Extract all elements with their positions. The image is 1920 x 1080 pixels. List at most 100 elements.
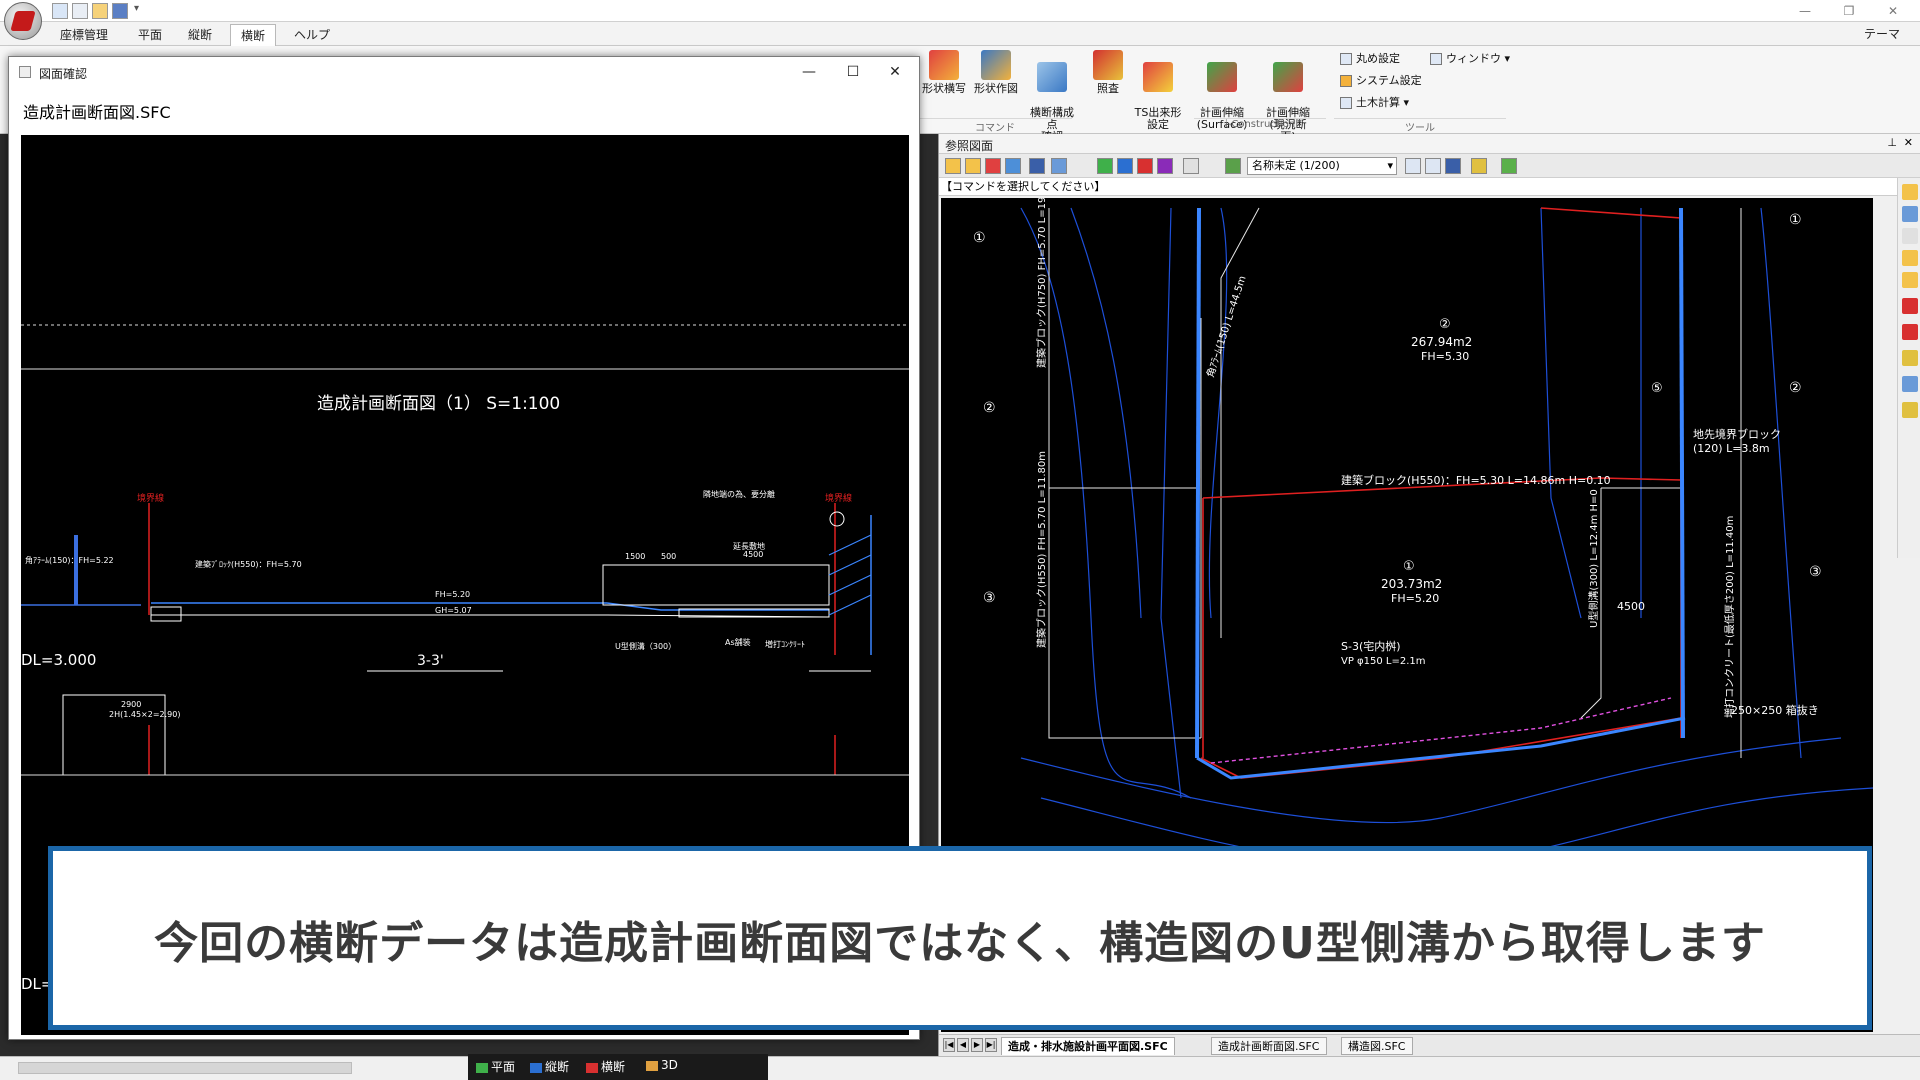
extension-dim: 4500 <box>743 550 763 559</box>
theme-menu[interactable]: テーマ <box>1864 25 1900 42</box>
qat-dropdown-icon[interactable]: ▾ <box>134 3 139 14</box>
last-tab-icon[interactable]: ▶| <box>985 1038 997 1052</box>
restore-icon[interactable]: ❐ <box>1826 0 1872 22</box>
system-icon <box>1340 75 1352 87</box>
select-icon[interactable] <box>1501 158 1517 174</box>
marker-1-left: ① <box>973 230 986 246</box>
delete-icon[interactable] <box>985 158 1001 174</box>
box-cut-label: 250×250 箱抜き <box>1731 703 1819 717</box>
view3-icon[interactable] <box>1445 158 1461 174</box>
app-logo-icon <box>10 11 36 31</box>
close-window-icon[interactable]: ✕ <box>1870 0 1916 22</box>
dialog-minimize-icon[interactable]: — <box>789 61 829 83</box>
command-line: 【コマンドを選択してください】 <box>939 178 1920 196</box>
view-tab-section[interactable]: 横断 <box>586 1058 625 1075</box>
shape-copy-label: 形状横写 <box>922 82 966 95</box>
civil-calc-button[interactable]: 土木計算 ▾ <box>1340 94 1409 112</box>
rounding-icon <box>1340 53 1352 65</box>
ditch-vertical-label: U型側溝(300) L=12.4m H=0 <box>1587 489 1600 628</box>
next-tab-icon[interactable]: ▶ <box>971 1038 983 1052</box>
shape-copy-button[interactable]: 形状横写 <box>918 50 970 95</box>
minimize-icon[interactable]: — <box>1782 0 1828 22</box>
view2-icon[interactable] <box>1425 158 1441 174</box>
measure-tool-icon[interactable] <box>1902 272 1918 288</box>
group-tools-label: ツール <box>1334 118 1506 134</box>
system-setting-label: システム設定 <box>1356 74 1422 87</box>
horizontal-scrollbar[interactable] <box>18 1062 352 1074</box>
tab-plan[interactable]: 平面 <box>128 24 172 46</box>
tab-structure-drawing[interactable]: 構造図.SFC <box>1341 1037 1413 1055</box>
view-tab-3d[interactable]: 3D <box>646 1058 678 1072</box>
select-tool-icon[interactable] <box>1902 376 1918 392</box>
boundary-label-left: 境界線 <box>137 492 164 504</box>
tab-profile[interactable]: 縦断 <box>178 24 222 46</box>
dialog-icon <box>19 66 31 78</box>
check-tool-icon[interactable] <box>1902 298 1918 314</box>
left-vertical-label-1: 建築ブロック(H750) FH=5.70 L=19.30m <box>1035 198 1048 368</box>
save-ref-icon[interactable] <box>1029 158 1045 174</box>
view1-icon[interactable] <box>1405 158 1421 174</box>
open-folder-icon[interactable] <box>92 3 108 19</box>
shape-draw-button[interactable]: 形状作図 <box>970 50 1022 95</box>
dialog-title-bar: 図面確認 — ☐ ✕ <box>9 57 919 87</box>
open-icon[interactable] <box>945 158 961 174</box>
pane-close-icon[interactable]: ✕ <box>1904 136 1913 149</box>
window-icon <box>1430 53 1442 65</box>
view-tab-profile[interactable]: 縦断 <box>530 1058 569 1075</box>
reference-tab-bar: |◀ ◀ ▶ ▶| 造成・排水施設計画平面図.SFC 造成計画断面図.SFC 構… <box>939 1034 1920 1056</box>
layer-select-icon[interactable] <box>1225 158 1241 174</box>
draw-tool-icon[interactable] <box>1902 184 1918 200</box>
view-tab-plan-label: 平面 <box>491 1060 516 1074</box>
caption-overlay: 今回の横断データは造成計画断面図ではなく、構造図のU型側溝から取得します <box>48 846 1872 1030</box>
eraser-tool-icon[interactable] <box>1902 350 1918 366</box>
grid-icon[interactable] <box>1097 158 1113 174</box>
layer-icon[interactable] <box>965 158 981 174</box>
group-iconstruction-label: i-Construction <box>1194 118 1326 132</box>
rounding-setting-button[interactable]: 丸め設定 <box>1340 50 1400 68</box>
plan-current-icon <box>1273 62 1303 92</box>
system-setting-button[interactable]: システム設定 <box>1340 72 1422 90</box>
pen-icon[interactable] <box>1471 158 1487 174</box>
tab-cross-section[interactable]: 横断 <box>230 24 277 46</box>
tab-coordinate[interactable]: 座標管理 <box>50 24 118 46</box>
ts-setting-button[interactable]: TS出来形 設定 <box>1132 50 1184 131</box>
wall-lines <box>1195 207 1686 780</box>
dialog-close-icon[interactable]: ✕ <box>875 61 915 83</box>
check-button[interactable]: 照査 <box>1082 50 1134 95</box>
view-tab-profile-label: 縦断 <box>545 1060 570 1074</box>
first-tab-icon[interactable]: |◀ <box>943 1038 955 1052</box>
mark-tool-icon[interactable] <box>1902 324 1918 340</box>
section-view-icon <box>586 1062 598 1073</box>
tab-section-drawing[interactable]: 造成計画断面図.SFC <box>1211 1037 1327 1055</box>
section-icon[interactable] <box>1137 158 1153 174</box>
window-button[interactable]: ウィンドウ ▾ <box>1430 50 1510 68</box>
new-file-icon[interactable] <box>72 3 88 19</box>
title-bar: ▾ — ❐ ✕ <box>0 0 1920 22</box>
dim-4500: 4500 <box>1617 600 1645 613</box>
view-tab-plan[interactable]: 平面 <box>476 1058 515 1075</box>
dialog-maximize-icon[interactable]: ☐ <box>833 61 873 83</box>
chart-icon[interactable] <box>1117 158 1133 174</box>
save-icon[interactable] <box>112 3 128 19</box>
pencil-tool-icon[interactable] <box>1902 250 1918 266</box>
print-icon[interactable] <box>1051 158 1067 174</box>
prev-tab-icon[interactable]: ◀ <box>957 1038 969 1052</box>
tab-plan-drawing[interactable]: 造成・排水施設計画平面図.SFC <box>1001 1037 1175 1055</box>
caption-text: 今回の横断データは造成計画断面図ではなく、構造図のU型側溝から取得します <box>154 918 1766 969</box>
tab-help[interactable]: ヘルプ <box>284 24 340 46</box>
layer-select[interactable]: 名称未定 (1/200) ▾ <box>1247 157 1397 175</box>
image-icon[interactable] <box>1183 158 1199 174</box>
help-icon[interactable] <box>1157 158 1173 174</box>
edit-tool-icon[interactable] <box>1902 402 1918 418</box>
refresh-icon[interactable] <box>1005 158 1021 174</box>
boundary-label-right: 境界線 <box>825 492 852 504</box>
application-button[interactable] <box>4 2 42 40</box>
pin-icon[interactable]: ⊥ <box>1887 136 1897 149</box>
line-tool-icon[interactable] <box>1902 206 1918 222</box>
menu-bar: 座標管理 平面 縦断 横断 ヘルプ テーマ <box>0 22 1920 46</box>
app-logo-icon[interactable] <box>52 3 68 19</box>
section-point-icon <box>1037 62 1067 92</box>
marker-2-right: ② <box>1789 380 1802 396</box>
marker-2-left: ② <box>983 400 996 416</box>
text-tool-icon[interactable] <box>1902 228 1918 244</box>
